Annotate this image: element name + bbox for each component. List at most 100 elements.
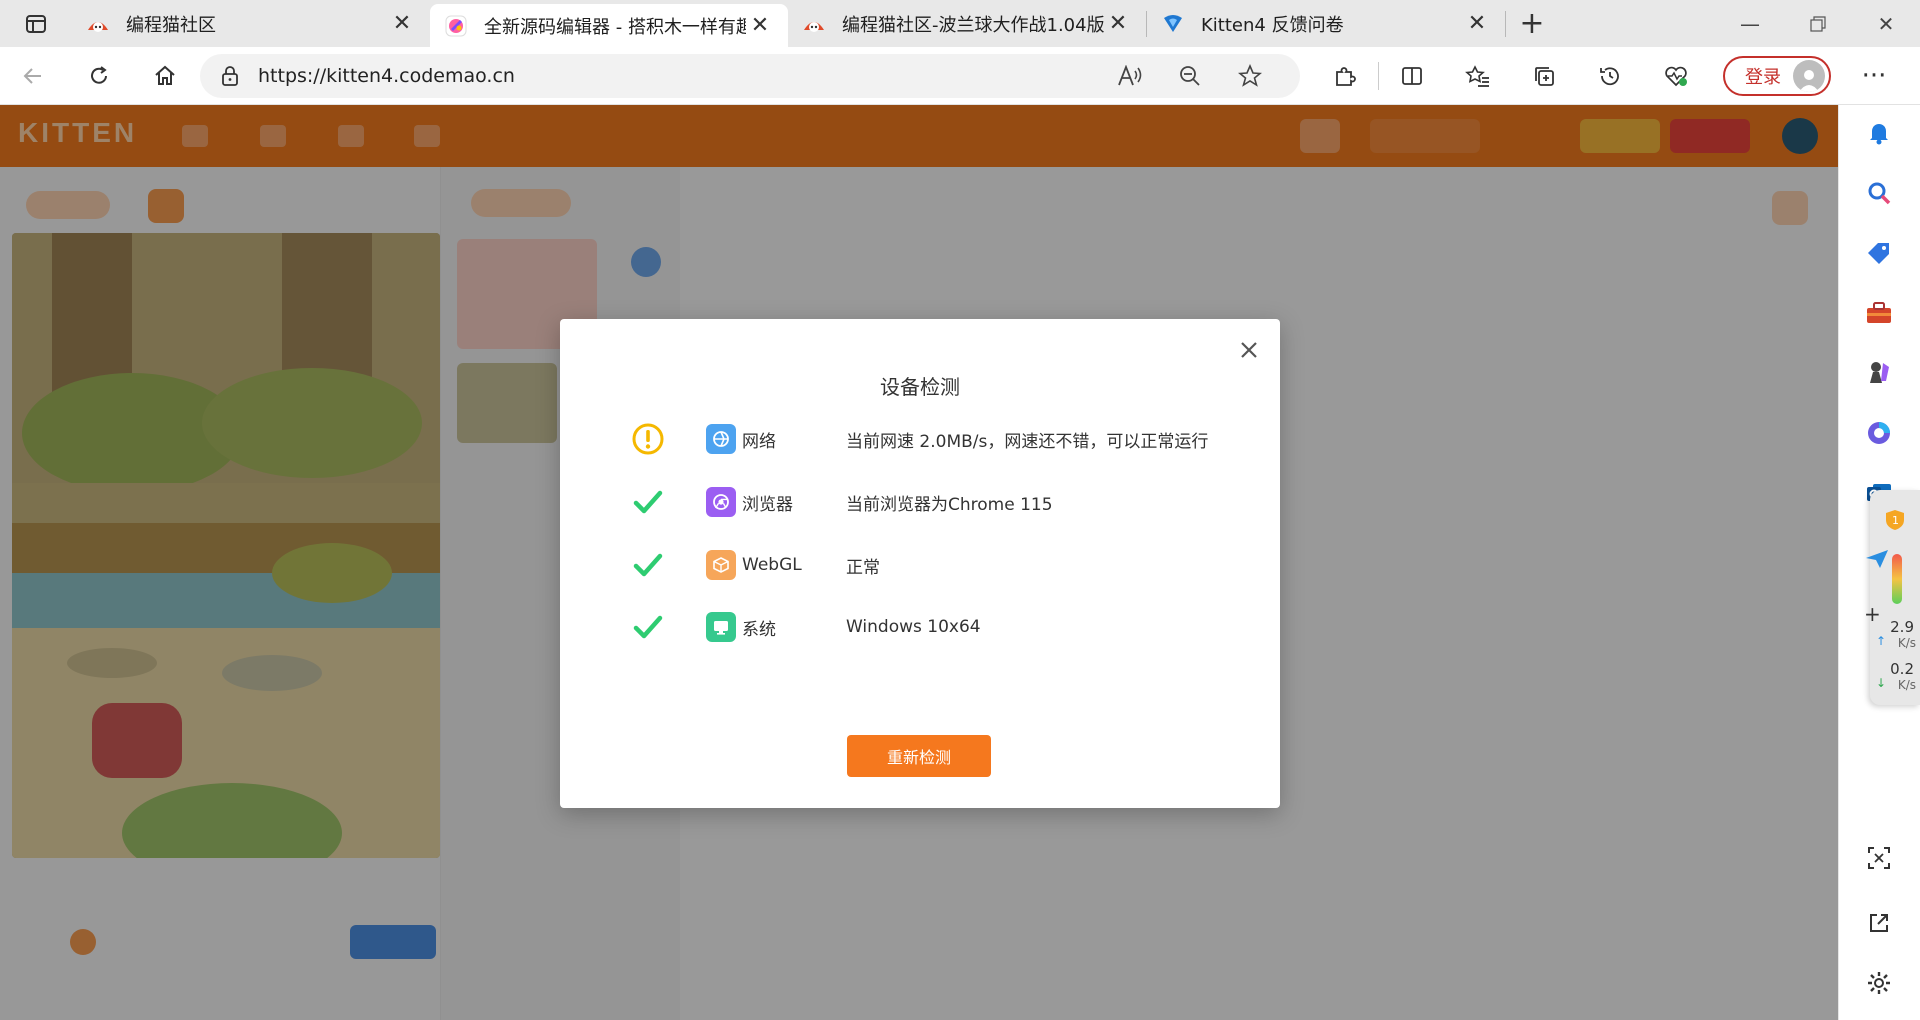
performance-button[interactable] [1643,47,1709,105]
gear-icon [1868,972,1890,994]
close-icon [1241,342,1257,358]
search-icon [1868,182,1891,205]
arrow-up-icon: ↑ [1876,634,1887,648]
user-icon [1799,69,1819,92]
check-name: WebGL [742,555,802,575]
shopping-button[interactable] [1861,235,1897,271]
toolbox-icon [1867,302,1891,323]
external-link-icon [1870,914,1888,932]
check-name: 浏览器 [742,494,793,515]
check-desc: Windows 10x64 [846,617,981,637]
network-icon [706,424,736,454]
svg-text:1: 1 [1892,514,1899,527]
collections-button[interactable] [1511,47,1577,105]
tab-polandball[interactable]: 编程猫社区-波兰球大作战1.04版本 ✕ [788,0,1146,47]
chess-icon [1870,362,1889,383]
split-screen-icon [1402,66,1422,85]
webgl-icon [706,550,736,580]
download-speed-unit: K/s [1897,678,1916,692]
tab-codemao-community[interactable]: 编程猫社区 ✕ [72,0,430,47]
screenshot-icon [1868,847,1890,869]
minimize-icon: — [1740,11,1760,36]
recheck-button[interactable]: 重新检测 [847,735,991,777]
speed-meter-bar [1892,554,1902,604]
tag-icon [1868,243,1889,264]
restore-icon [1810,15,1826,32]
net-speed-widget[interactable]: 1 + 2.9 K/s ↑ 0.2 K/s ↓ [1864,490,1920,705]
codemao-favicon-icon [802,12,826,36]
kitten-favicon-icon [444,14,468,38]
url-text[interactable]: https://kitten4.codemao.cn [258,65,1100,87]
tab-close-icon[interactable]: ✕ [1463,10,1491,38]
close-window-button[interactable]: ✕ [1852,0,1920,47]
check-row-browser: 浏览器 当前浏览器为Chrome 115 [630,484,1230,520]
favorites-list-icon [1465,64,1489,87]
checkmark-icon [630,609,666,645]
dialog-title: 设备检测 [880,375,960,399]
survey-favicon-icon [1161,12,1185,36]
tab-title: 编程猫社区-波兰球大作战1.04版本 [842,14,1104,36]
favorites-button[interactable] [1445,47,1511,105]
tab-strip: 编程猫社区 ✕ 全新源码编辑器 - 搭积木一样有趣 ✕ 编程猫社区-波兰球大作战… [0,0,1920,47]
lock-icon[interactable] [220,65,240,87]
tab-close-icon[interactable]: ✕ [1104,10,1132,38]
reload-icon [91,65,107,84]
search-sidebar-button[interactable] [1861,175,1897,211]
games-button[interactable] [1861,355,1897,391]
tab-kitten-editor[interactable]: 全新源码编辑器 - 搭积木一样有趣 ✕ [430,4,788,47]
more-icon: ··· [1861,60,1887,91]
tab-close-icon[interactable]: ✕ [746,12,774,40]
check-row-webgl: WebGL 正常 [630,547,1230,583]
minimize-button[interactable]: — [1716,0,1784,47]
screenshot-button[interactable] [1861,840,1897,876]
collections-icon [1535,66,1554,86]
plus-icon: + [1864,602,1881,626]
address-bar[interactable]: https://kitten4.codemao.cn [200,53,1300,98]
device-check-dialog: 设备检测 网络 当前网速 2.0MB/s，网速还不错，可以正常运行 浏览器 当前… [560,319,1280,808]
arrow-down-icon: ↓ [1876,676,1887,690]
zoom-button[interactable] [1160,65,1220,87]
tab-close-icon[interactable]: ✕ [388,10,416,38]
upload-speed-unit: K/s [1897,636,1916,650]
tab-actions-button[interactable] [0,0,72,47]
notification-button[interactable] [1861,115,1897,151]
login-label: 登录 [1745,66,1781,88]
checkmark-icon [630,484,666,520]
tab-actions-icon [26,14,46,33]
codemao-favicon-icon [86,12,110,36]
home-icon [155,65,175,85]
split-screen-button[interactable] [1379,47,1445,105]
tools-button[interactable] [1861,295,1897,331]
check-desc: 当前网速 2.0MB/s，网速还不错，可以正常运行 [846,431,1209,452]
check-name: 系统 [742,619,776,640]
close-dialog-button[interactable] [1234,335,1264,365]
login-button[interactable]: 登录 [1723,55,1831,96]
back-button[interactable] [0,47,66,105]
reload-button[interactable] [66,47,132,105]
download-speed-value: 0.2 [1890,660,1914,678]
history-icon [1600,66,1619,85]
sidebar-settings-button[interactable] [1861,965,1897,1001]
read-aloud-icon [1118,64,1142,85]
favorite-button[interactable] [1220,63,1280,88]
check-name: 网络 [742,431,776,452]
window-controls: — ✕ [1716,0,1920,47]
tab-feedback[interactable]: Kitten4 反馈问卷 ✕ [1147,0,1505,47]
read-aloud-button[interactable] [1100,64,1160,87]
check-desc: 当前浏览器为Chrome 115 [846,494,1053,515]
shield-badge-icon: 1 [1884,508,1906,536]
home-button[interactable] [132,47,198,105]
restore-button[interactable] [1784,0,1852,47]
extensions-button[interactable] [1312,47,1378,105]
check-row-system: 系统 Windows 10x64 [630,609,1230,645]
system-icon [706,612,736,642]
settings-more-button[interactable]: ··· [1841,47,1907,105]
microsoft365-button[interactable] [1861,415,1897,451]
open-external-button[interactable] [1861,905,1897,941]
puzzle-icon [1336,66,1356,86]
tab-title: 全新源码编辑器 - 搭积木一样有趣 [484,16,746,38]
history-button[interactable] [1577,47,1643,105]
checkmark-icon [630,547,666,583]
new-tab-button[interactable]: + [1506,0,1558,47]
check-row-network: 网络 当前网速 2.0MB/s，网速还不错，可以正常运行 [630,421,1230,457]
